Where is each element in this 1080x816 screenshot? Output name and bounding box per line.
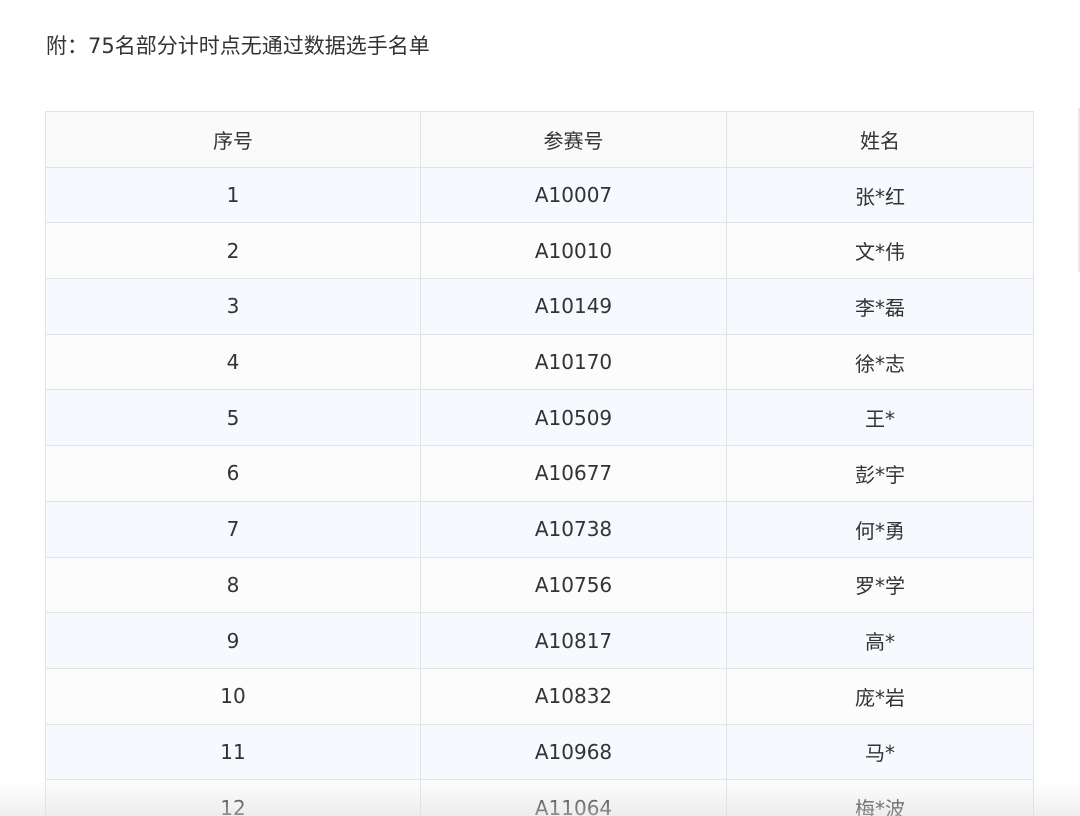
- cell-name: 梅*波: [726, 779, 1034, 816]
- cell-bib-number: A10677: [420, 445, 727, 502]
- cell-index: 10: [45, 667, 421, 725]
- table-row: 12 A11064 梅*波: [45, 779, 1034, 816]
- cell-index: 3: [45, 278, 421, 335]
- cell-index: 5: [45, 389, 421, 447]
- cell-name: 何*勇: [726, 500, 1034, 558]
- cell-name: 彭*宇: [726, 445, 1034, 502]
- table-row: 11 A10968 马*: [45, 723, 1034, 781]
- cell-bib-number: A10007: [420, 166, 727, 224]
- athlete-table: 序号 参赛号 姓名 1 A10007 张*红 2 A10010 文*伟 3 A10149 李*磊…: [45, 111, 1034, 816]
- page-title: 附：75名部分计时点无通过数据选手名单: [46, 34, 430, 58]
- cell-name: 高*: [726, 612, 1034, 669]
- cell-name: 李*磊: [726, 278, 1034, 335]
- cell-index: 2: [45, 222, 421, 280]
- table-row: 9 A10817 高*: [45, 612, 1034, 669]
- table-row: 3 A10149 李*磊: [45, 278, 1034, 335]
- cell-index: 12: [45, 779, 421, 816]
- cell-index: 6: [45, 445, 421, 502]
- table-row: 8 A10756 罗*学: [45, 556, 1034, 614]
- table-row: 7 A10738 何*勇: [45, 500, 1034, 558]
- cell-index: 11: [45, 723, 421, 781]
- cell-index: 4: [45, 333, 421, 391]
- cell-bib-number: A10968: [420, 723, 727, 781]
- cell-name: 罗*学: [726, 556, 1034, 614]
- cell-bib-number: A10738: [420, 500, 727, 558]
- cell-bib-number: A10832: [420, 667, 727, 725]
- cell-bib-number: A11064: [420, 779, 727, 816]
- cell-name: 庞*岩: [726, 667, 1034, 725]
- cell-bib-number: A10170: [420, 333, 727, 391]
- table-header: 序号 参赛号 姓名: [45, 111, 1034, 168]
- cell-bib-number: A10149: [420, 278, 727, 335]
- cell-bib-number: A10817: [420, 612, 727, 669]
- cell-index: 1: [45, 166, 421, 224]
- cell-name: 徐*志: [726, 333, 1034, 391]
- cell-name: 王*: [726, 389, 1034, 447]
- column-header-name: 姓名: [726, 111, 1034, 168]
- table-row: 1 A10007 张*红: [45, 166, 1034, 224]
- column-header-index: 序号: [45, 111, 421, 168]
- athlete-table-container: 序号 参赛号 姓名 1 A10007 张*红 2 A10010 文*伟 3 A10149 李*磊…: [45, 111, 1034, 816]
- cell-bib-number: A10010: [420, 222, 727, 280]
- table-row: 5 A10509 王*: [45, 389, 1034, 447]
- table-row: 6 A10677 彭*宇: [45, 445, 1034, 502]
- cell-name: 文*伟: [726, 222, 1034, 280]
- cell-name: 张*红: [726, 166, 1034, 224]
- cell-index: 8: [45, 556, 421, 614]
- cell-index: 9: [45, 612, 421, 669]
- table-row: 4 A10170 徐*志: [45, 333, 1034, 391]
- table-row: 2 A10010 文*伟: [45, 222, 1034, 280]
- cell-name: 马*: [726, 723, 1034, 781]
- column-header-bib-number: 参赛号: [420, 111, 727, 168]
- cell-bib-number: A10756: [420, 556, 727, 614]
- table-body: 1 A10007 张*红 2 A10010 文*伟 3 A10149 李*磊 4 A10170 徐*志…: [45, 166, 1034, 816]
- table-header-row: 序号 参赛号 姓名: [45, 111, 1034, 168]
- cell-bib-number: A10509: [420, 389, 727, 447]
- document-page: 附：75名部分计时点无通过数据选手名单 序号 参赛号 姓名 1 A10007 张*红…: [0, 0, 1080, 816]
- table-row: 10 A10832 庞*岩: [45, 667, 1034, 725]
- cell-index: 7: [45, 500, 421, 558]
